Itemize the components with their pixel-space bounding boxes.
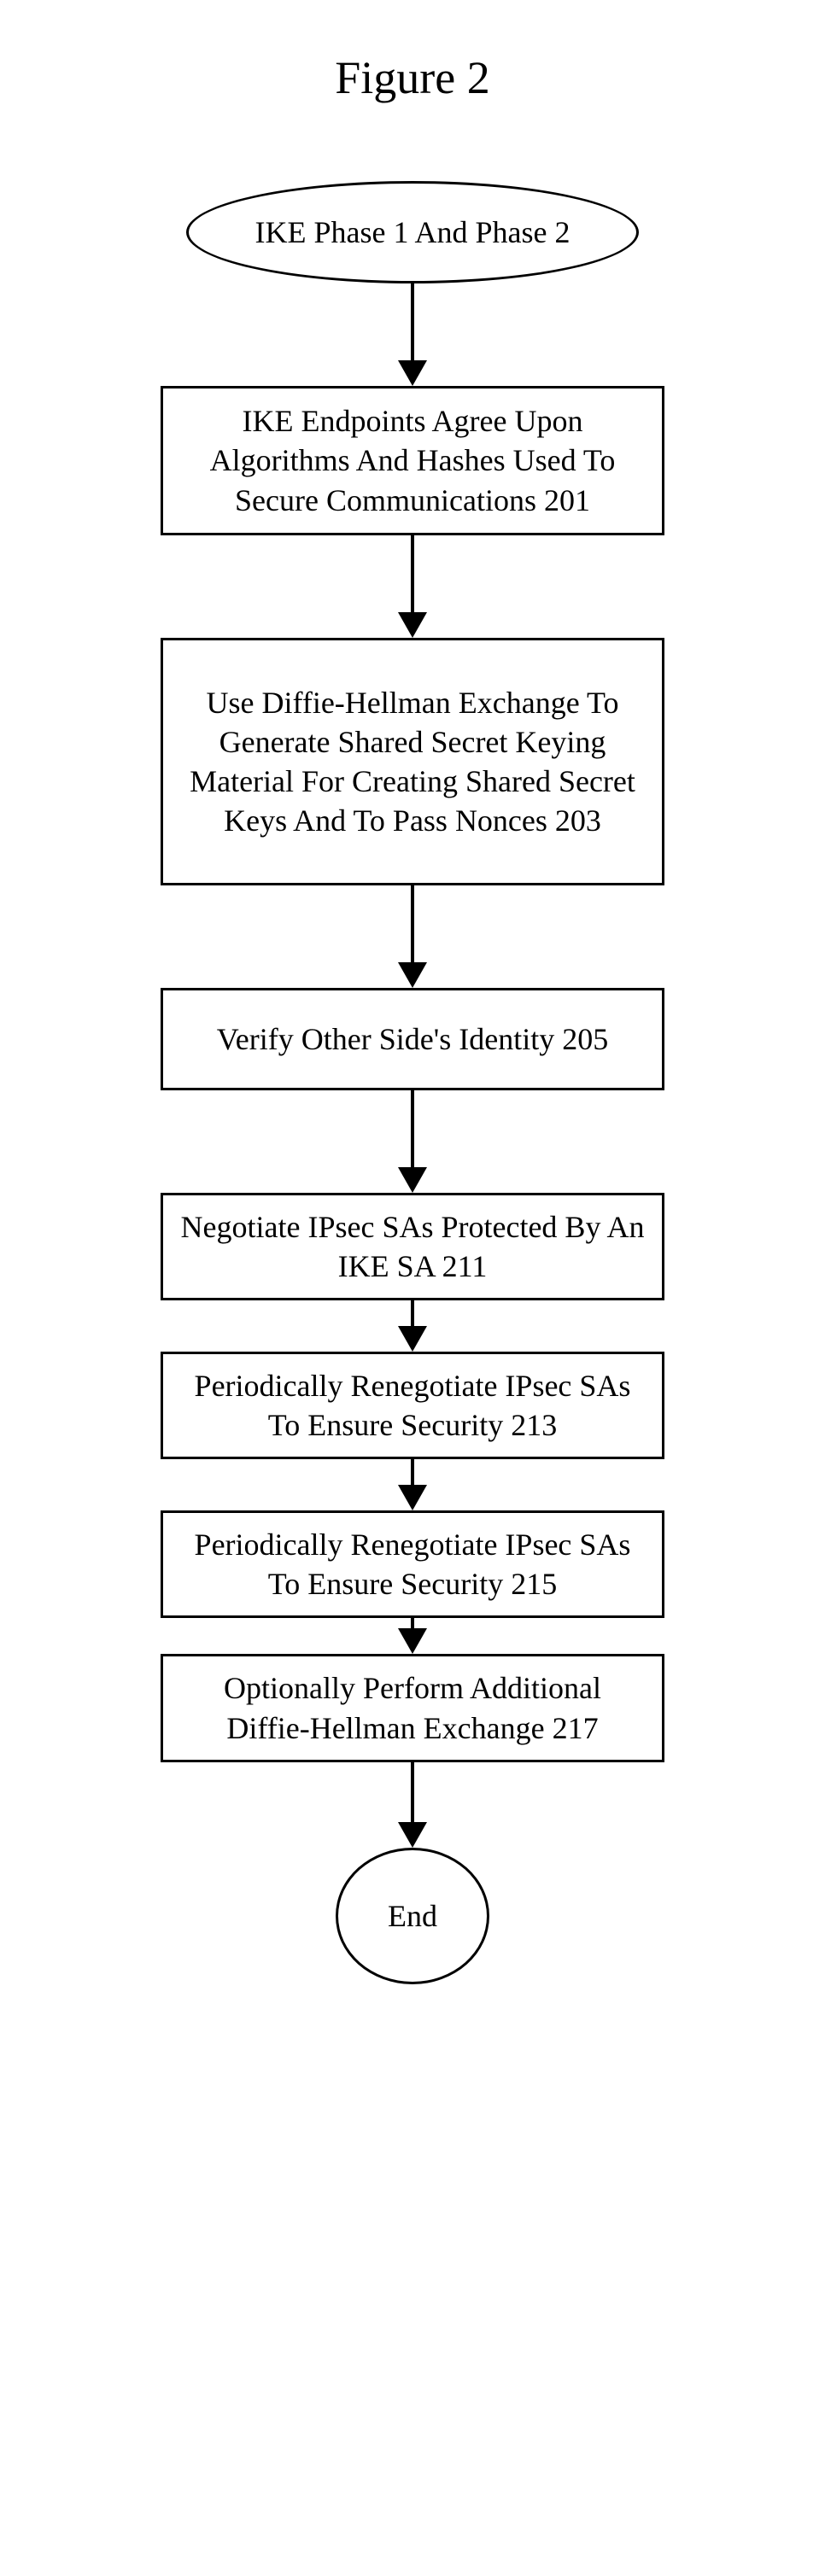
figure-title: Figure 2	[0, 51, 825, 104]
process-text: Periodically Renegotiate IPsec SAs To En…	[180, 1366, 645, 1445]
figure-page: Figure 2 IKE Phase 1 And Phase 2 IKE End…	[0, 0, 825, 2576]
arrow-shaft	[411, 1300, 414, 1326]
terminator-end-label: End	[388, 1896, 437, 1936]
process-text: Negotiate IPsec SAs Protected By An IKE …	[180, 1207, 645, 1286]
arrow-shaft	[411, 885, 414, 962]
process-step-205: Verify Other Side's Identity 205	[161, 988, 664, 1090]
arrow-head-icon	[398, 962, 427, 988]
process-text: Optionally Perform Additional Diffie-Hel…	[180, 1668, 645, 1747]
arrow-head-icon	[398, 1628, 427, 1654]
arrow	[398, 1762, 427, 1848]
arrow-head-icon	[398, 1326, 427, 1352]
terminator-start-label: IKE Phase 1 And Phase 2	[255, 213, 570, 252]
process-step-201: IKE Endpoints Agree Upon Algorithms And …	[161, 386, 664, 535]
arrow-shaft	[411, 283, 414, 360]
process-text: IKE Endpoints Agree Upon Algorithms And …	[180, 401, 645, 519]
arrow-shaft	[411, 1090, 414, 1167]
process-text: Periodically Renegotiate IPsec SAs To En…	[180, 1525, 645, 1603]
arrow	[398, 1300, 427, 1352]
flowchart: IKE Phase 1 And Phase 2 IKE Endpoints Ag…	[0, 181, 825, 1984]
terminator-start: IKE Phase 1 And Phase 2	[186, 181, 639, 283]
arrow-shaft	[411, 1762, 414, 1822]
process-text: Use Diffie-Hellman Exchange To Generate …	[180, 683, 645, 840]
process-text: Verify Other Side's Identity 205	[217, 1019, 608, 1059]
arrow-shaft	[411, 535, 414, 612]
arrow	[398, 283, 427, 386]
terminator-end: End	[336, 1848, 489, 1984]
process-step-217: Optionally Perform Additional Diffie-Hel…	[161, 1654, 664, 1761]
arrow	[398, 1459, 427, 1510]
arrow	[398, 1090, 427, 1193]
arrow	[398, 535, 427, 638]
arrow-shaft	[411, 1459, 414, 1485]
arrow-head-icon	[398, 1485, 427, 1510]
arrow	[398, 885, 427, 988]
arrow	[398, 1618, 427, 1654]
arrow-head-icon	[398, 1167, 427, 1193]
arrow-shaft	[411, 1618, 414, 1628]
process-step-211: Negotiate IPsec SAs Protected By An IKE …	[161, 1193, 664, 1300]
process-step-213: Periodically Renegotiate IPsec SAs To En…	[161, 1352, 664, 1459]
arrow-head-icon	[398, 360, 427, 386]
arrow-head-icon	[398, 1822, 427, 1848]
process-step-203: Use Diffie-Hellman Exchange To Generate …	[161, 638, 664, 885]
arrow-head-icon	[398, 612, 427, 638]
process-step-215: Periodically Renegotiate IPsec SAs To En…	[161, 1510, 664, 1618]
